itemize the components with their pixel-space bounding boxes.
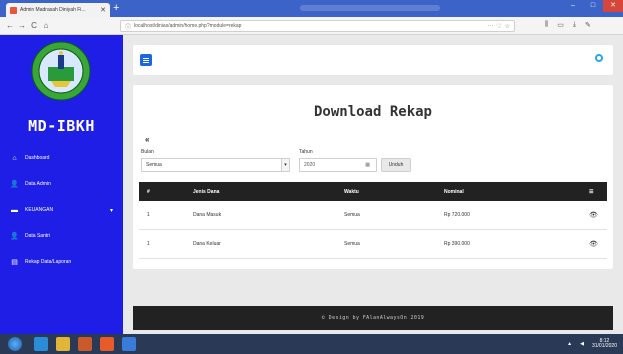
user-icon: 👤 — [10, 233, 19, 240]
sidebar-item-rekap[interactable]: ▤ Rekap Data/Laporan — [0, 249, 123, 275]
tab-title: Admin Madrasah Diniyah Fi... — [20, 7, 86, 13]
jenis-dana: Dana Masuk — [193, 212, 222, 218]
more-icon[interactable]: ··· — [487, 23, 493, 29]
reload-icon[interactable]: C — [28, 21, 40, 30]
url-text[interactable]: localhost/dinias/admin/home.php?module=r… — [134, 23, 484, 29]
start-button[interactable] — [8, 337, 22, 351]
os-taskbar: ▲ ◀ 8:12 31/01/2020 — [0, 334, 623, 354]
window-title-text — [300, 5, 440, 11]
browser-navbar: ← → C ⌂ ⓘ localhost/dinias/admin/home.ph… — [0, 17, 623, 35]
system-tray: ▲ ◀ 8:12 31/01/2020 — [567, 339, 617, 349]
home-icon[interactable]: ⌂ — [40, 21, 52, 30]
jenis-dana: Dana Keluar — [193, 241, 221, 247]
table-row: 1 Dana Masuk Semua Rp 720.000 👁 — [139, 201, 607, 230]
row-number: 1 — [147, 212, 150, 218]
app-icon[interactable] — [122, 337, 136, 351]
sidebar-item-data-santri[interactable]: 👤 Data Santri — [0, 223, 123, 249]
library-icon[interactable]: ⫼ — [545, 21, 548, 29]
bulan-label: Bulan — [141, 149, 154, 155]
top-header — [133, 45, 613, 75]
sidebar-menu: ⌂ Dashboard 👤 Data Admin ▬ KEUANGAN ▾ 👤 … — [0, 145, 123, 275]
browser-titlebar: Admin Madrasah Diniyah Fi... ✕ + – □ ✕ — [0, 0, 623, 17]
media-icon[interactable] — [78, 337, 92, 351]
nominal: Rp 390.000 — [444, 241, 470, 247]
folder-icon[interactable] — [56, 337, 70, 351]
back-icon[interactable]: « — [145, 135, 149, 144]
sidebar-item-dashboard[interactable]: ⌂ Dashboard — [0, 145, 123, 171]
waktu: Semua — [344, 241, 360, 247]
user-icon: 👤 — [10, 181, 19, 188]
browser-tab[interactable]: Admin Madrasah Diniyah Fi... ✕ — [6, 3, 110, 17]
sidebar: MD-IBKH ⌂ Dashboard 👤 Data Admin ▬ KEUAN… — [0, 35, 123, 334]
sidebar-item-label: Rekap Data/Laporan — [25, 259, 72, 265]
row-number: 1 — [147, 241, 150, 247]
network-icon[interactable]: ▲ — [567, 341, 572, 347]
eye-icon[interactable]: 👁 — [589, 201, 598, 229]
clock-date: 31/01/2020 — [591, 343, 617, 349]
home-icon: ⌂ — [12, 154, 17, 162]
hamburger-icon — [143, 57, 149, 59]
back-arrow-icon[interactable]: ← — [4, 21, 16, 30]
file-icon: ▤ — [11, 259, 18, 266]
sidebar-item-data-admin[interactable]: 👤 Data Admin — [0, 171, 123, 197]
tahun-label: Tahun — [299, 149, 313, 155]
page-title: Download Rekap — [313, 104, 432, 120]
column-header: # — [147, 188, 150, 195]
volume-icon[interactable]: ◀ — [580, 341, 584, 347]
sidebar-item-keuangan[interactable]: ▬ KEUANGAN ▾ — [0, 197, 123, 223]
info-icon[interactable]: ⓘ — [125, 22, 131, 31]
tahun-input[interactable]: 2020 ▦ — [299, 158, 377, 172]
bulan-value: Semua — [146, 162, 162, 168]
column-header: Waktu — [344, 188, 359, 195]
column-header: Jenis Dana — [193, 188, 220, 195]
page-footer: © Design by FAlanAlwaysOn 2019 — [133, 306, 613, 330]
sidebar-item-label: Dashboard — [25, 155, 50, 161]
downloads-icon[interactable]: ⤓ — [573, 21, 576, 29]
tahun-value: 2020 — [304, 162, 316, 168]
chevron-down-icon[interactable]: ▾ — [281, 159, 289, 171]
menu-icon: ☰ — [589, 188, 594, 195]
close-window-button[interactable]: ✕ — [603, 0, 623, 12]
extension-icon[interactable]: ✎ — [585, 21, 591, 29]
tab-close-icon[interactable]: ✕ — [100, 6, 106, 14]
favicon-icon — [10, 6, 17, 14]
column-header: Nominal — [444, 188, 464, 195]
sidebar-item-label: Data Santri — [25, 233, 51, 239]
table-row: 1 Dana Keluar Semua Rp 390.000 👁 — [139, 230, 607, 259]
waktu: Semua — [344, 212, 360, 218]
calendar-icon[interactable]: ▦ — [365, 162, 370, 168]
window-controls: – □ ✕ — [563, 0, 623, 12]
sidebar-item-label: Data Admin — [25, 181, 51, 187]
ie-icon[interactable] — [34, 337, 48, 351]
new-tab-button[interactable]: + — [113, 3, 119, 14]
forward-arrow-icon[interactable]: → — [16, 21, 28, 30]
clock[interactable]: 8:12 31/01/2020 — [592, 339, 617, 349]
bulan-select[interactable]: Semua ▾ — [141, 158, 290, 172]
firefox-icon[interactable] — [100, 337, 114, 351]
nominal: Rp 720.000 — [444, 212, 470, 218]
brand-title: MD-IBKH — [28, 117, 95, 135]
sidebar-toggle-icon[interactable]: ▭ — [557, 21, 564, 29]
maximize-button[interactable]: □ — [583, 0, 603, 12]
table-header: # Jenis Dana Waktu Nominal ☰ — [139, 182, 607, 201]
content-card: Download Rekap « Bulan Semua ▾ Tahun 202… — [133, 85, 613, 269]
minimize-button[interactable]: – — [563, 0, 583, 12]
browser-toolbar: ⫼ ▭ ⤓ ✎ — [545, 21, 591, 29]
unduh-button[interactable]: Unduh — [381, 158, 411, 172]
sidebar-item-label: KEUANGAN — [25, 207, 54, 213]
menu-toggle-button[interactable] — [140, 54, 152, 66]
bookmark-star-icon[interactable]: ☆ — [505, 23, 510, 30]
settings-icon[interactable] — [595, 54, 603, 62]
chevron-down-icon[interactable]: ▾ — [110, 207, 113, 214]
pocket-icon[interactable]: ♡ — [496, 23, 501, 30]
money-icon: ▬ — [11, 206, 18, 214]
address-bar[interactable]: ⓘ localhost/dinias/admin/home.php?module… — [120, 20, 515, 32]
eye-icon[interactable]: 👁 — [589, 230, 598, 258]
school-logo — [31, 41, 91, 101]
